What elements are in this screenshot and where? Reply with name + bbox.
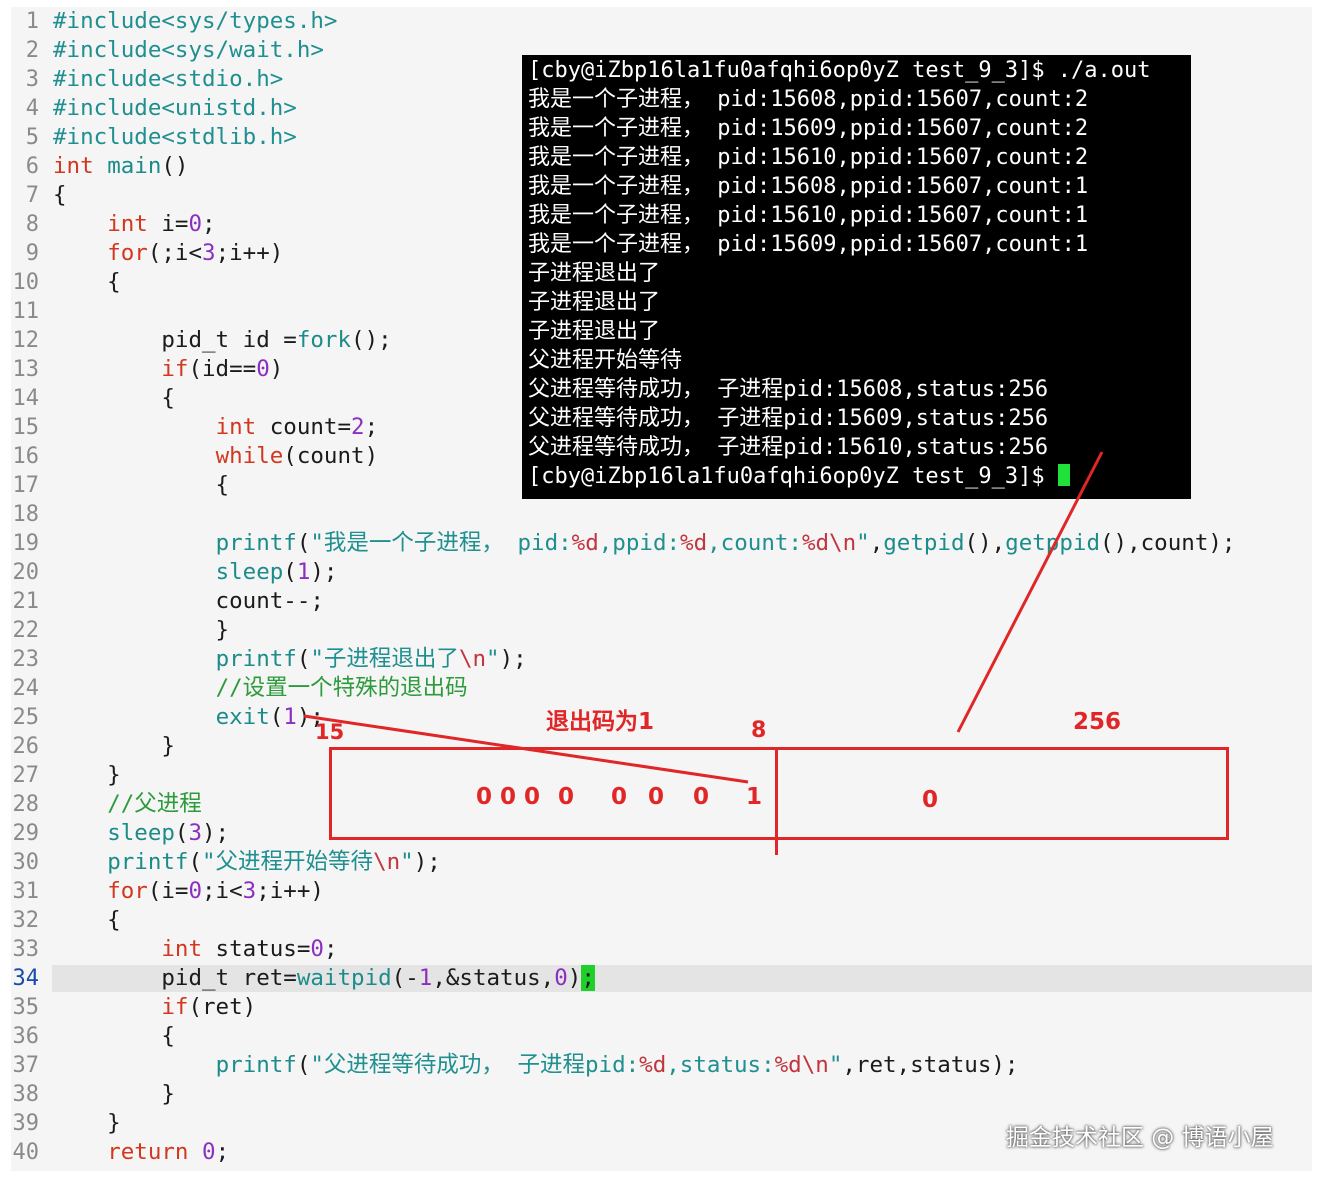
bit-one: 1 [746,784,763,810]
low-byte-zero: 0 [922,787,939,813]
annotation-arrows [303,451,1104,784]
high-bits-zeros: 0 0 0 [476,784,541,810]
bit-8-label: 8 [751,718,767,743]
watermark: 掘金技术社区 @ 博语小屋 [1006,1125,1274,1151]
value-256-label: 256 [1073,709,1122,735]
bit-zero-a: 0 [558,784,575,810]
arrow-low-byte-to-status [956,451,1104,733]
bit-zero-d: 0 [693,784,710,810]
status-bit-box [329,747,1229,840]
bit-zero-b: 0 [611,784,628,810]
bit-zero-c: 0 [648,784,665,810]
bit-15-label: 15 [315,720,345,744]
exit-code-label: 退出码为1 [546,709,655,735]
status-bit-divider [775,747,778,855]
